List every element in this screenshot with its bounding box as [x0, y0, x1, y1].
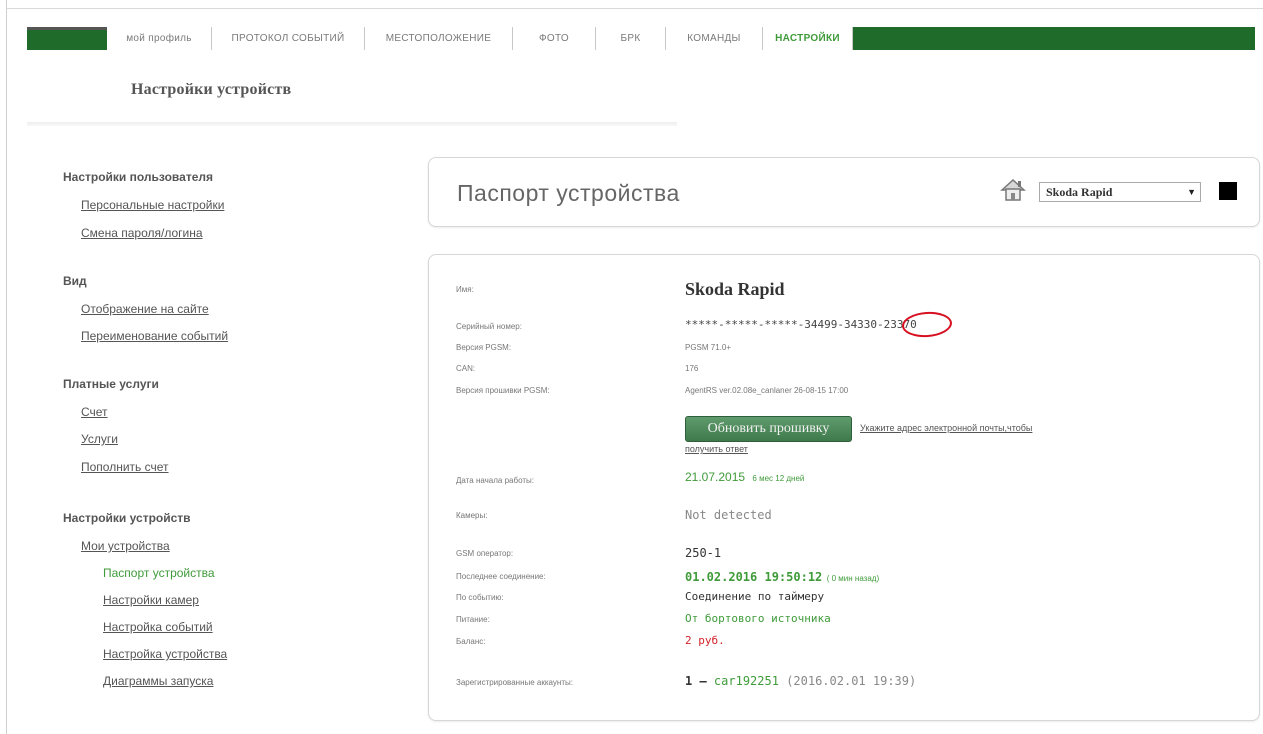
sidebar-section-paid-services: Платные услуги	[63, 377, 159, 391]
sidebar-item-personal-settings[interactable]: Персональные настройки	[81, 198, 224, 212]
sidebar-section-device-settings: Настройки устройств	[63, 511, 191, 525]
sidebar-section-view: Вид	[63, 274, 87, 288]
tab-my-profile[interactable]: мой профиль	[107, 27, 212, 50]
balance-value: 2 руб.	[685, 634, 725, 647]
label-by-event: По событию:	[456, 593, 504, 602]
device-select-value: Skoda Rapid	[1046, 185, 1113, 199]
start-date-value: 21.07.2015	[685, 470, 746, 484]
update-firmware-button[interactable]: Обновить прошивку	[685, 416, 852, 442]
by-event-value: Соединение по таймеру	[685, 590, 825, 603]
serial-number: *****-*****-*****-34499-34330-23370	[685, 318, 917, 331]
frame-top-border	[6, 8, 1263, 9]
device-name: Skoda Rapid	[685, 279, 785, 299]
sidebar-item-top-up[interactable]: Пополнить счет	[81, 460, 169, 474]
sidebar-item-device-setup[interactable]: Настройка устройства	[103, 647, 227, 661]
label-last-connection: Последнее соединение:	[456, 572, 546, 581]
tab-photo[interactable]: ФОТО	[513, 27, 596, 50]
sidebar-item-my-devices[interactable]: Мои устройства	[81, 539, 170, 553]
last-connection: 01.02.2016 19:50:12 ( 0 мин назад)	[685, 568, 879, 586]
last-connection-ago: ( 0 мин назад)	[826, 574, 880, 583]
label-balance: Баланс:	[456, 637, 486, 646]
accounts-count: 1 —	[685, 674, 707, 688]
last-connection-value: 01.02.2016 19:50:12	[685, 570, 823, 584]
tab-location[interactable]: МЕСТОПОЛОЖЕНИЕ	[365, 27, 513, 50]
label-start-date: Дата начала работы:	[456, 476, 534, 485]
serial-annotation-circle	[901, 310, 953, 339]
sidebar-item-launch-diagrams[interactable]: Диаграммы запуска	[103, 674, 213, 688]
sidebar-item-event-settings[interactable]: Настройка событий	[103, 620, 213, 634]
pgsm-version: PGSM 71.0+	[685, 343, 732, 352]
label-cameras: Камеры:	[456, 511, 488, 520]
label-power: Питание:	[456, 615, 490, 624]
frame-left-border	[6, 0, 7, 734]
label-gsm: GSM оператор:	[456, 549, 514, 558]
email-link-continued[interactable]: получить ответ	[685, 444, 748, 454]
sidebar-section-user-settings: Настройки пользователя	[63, 170, 213, 184]
label-serial: Серийный номер:	[456, 322, 522, 331]
label-firmware: Версия прошивки PGSM:	[456, 386, 550, 395]
title-divider	[27, 122, 677, 126]
cameras-value: Not detected	[685, 508, 772, 522]
can-value: 176	[685, 364, 699, 373]
account-user[interactable]: car192251	[714, 674, 779, 688]
sidebar-item-rename-events[interactable]: Переименование событий	[81, 329, 228, 343]
email-link[interactable]: Укажите адрес электронной почты,чтобы	[860, 423, 1032, 433]
sidebar-item-change-password[interactable]: Смена пароля/логина	[81, 226, 203, 240]
sidebar-item-camera-settings[interactable]: Настройки камер	[103, 593, 199, 607]
start-date-ago: 6 мес 12 дней	[752, 474, 805, 483]
label-pgsm-version: Версия PGSM:	[456, 343, 512, 352]
tab-commands[interactable]: КОМАНДЫ	[666, 27, 763, 50]
sidebar-item-site-display[interactable]: Отображение на сайте	[81, 302, 209, 316]
label-name: Имя:	[456, 285, 474, 294]
registered-accounts: 1 — car192251 (2016.02.01 19:39)	[685, 674, 916, 688]
sidebar-item-services[interactable]: Услуги	[81, 432, 118, 446]
sidebar-item-account[interactable]: Счет	[81, 405, 108, 419]
passport-header-panel: Паспорт устройства Skoda Rapid ▼	[428, 157, 1260, 227]
label-can: CAN:	[456, 364, 476, 373]
home-icon[interactable]	[999, 177, 1027, 203]
device-color-swatch[interactable]	[1219, 182, 1237, 200]
gsm-operator: 250-1	[685, 546, 722, 560]
chevron-down-icon: ▼	[1187, 187, 1196, 197]
top-navigation: мой профиль ПРОТОКОЛ СОБЫТИЙ МЕСТОПОЛОЖЕ…	[27, 27, 1255, 50]
passport-title: Паспорт устройства	[457, 180, 680, 206]
sidebar-item-device-passport[interactable]: Паспорт устройства	[103, 566, 215, 580]
tab-brk[interactable]: БРК	[596, 27, 666, 50]
device-select[interactable]: Skoda Rapid ▼	[1039, 182, 1201, 202]
nav-left-bar	[27, 27, 107, 50]
firmware-version: AgentRS ver.02.08e_canlaner 26-08-15 17:…	[685, 386, 849, 395]
label-accounts: Зарегистрированные аккаунты:	[456, 678, 573, 687]
power-value: От бортового источника	[685, 612, 831, 625]
passport-details-panel: Имя: Skoda Rapid Серийный номер: *****-*…	[428, 254, 1260, 721]
start-date: 21.07.2015 6 мес 12 дней	[685, 470, 804, 484]
nav-right-bar	[853, 27, 1255, 50]
account-date: (2016.02.01 19:39)	[786, 674, 917, 688]
page-title: Настройки устройств	[131, 81, 292, 98]
tab-event-log[interactable]: ПРОТОКОЛ СОБЫТИЙ	[212, 27, 365, 50]
tab-settings[interactable]: НАСТРОЙКИ	[763, 27, 853, 50]
